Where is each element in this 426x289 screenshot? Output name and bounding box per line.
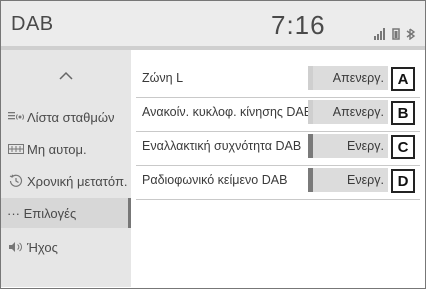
- time-shift-icon: [7, 174, 25, 188]
- callout-badge: A: [391, 67, 415, 91]
- setting-row-radio-text[interactable]: Ραδιοφωνικό κείμενο DAB Ενεργ. D: [136, 168, 420, 200]
- row-divider: [136, 199, 420, 200]
- toggle-radio-text[interactable]: Ενεργ.: [308, 168, 388, 192]
- setting-label: Ραδιοφωνικό κείμενο DAB: [142, 173, 288, 187]
- row-divider: [136, 97, 420, 98]
- chevron-up-icon[interactable]: [59, 68, 73, 86]
- setting-label: Ζώνη L: [142, 71, 184, 85]
- sidebar-item-label: Λίστα σταθμών: [27, 109, 115, 125]
- sidebar-item-label: Μη αυτομ.: [27, 141, 87, 157]
- row-divider: [136, 131, 420, 132]
- speaker-icon: [7, 241, 25, 253]
- signal-icon: [374, 28, 385, 40]
- clock: 7:16: [271, 10, 326, 40]
- sidebar-item-station-list[interactable]: Λίστα σταθμών: [1, 102, 131, 132]
- status-icons: [374, 27, 420, 45]
- station-list-icon: [7, 111, 25, 123]
- callout-badge: B: [391, 101, 415, 125]
- sidebar-item-sound[interactable]: Ήχος: [1, 232, 131, 262]
- callout-badge: D: [391, 169, 415, 193]
- callout-badge: C: [391, 135, 415, 159]
- toggle-alt-frequency[interactable]: Ενεργ.: [308, 134, 388, 158]
- setting-row-traffic-announcement[interactable]: Ανακοίν. κυκλοφ. κίνησης DAB Απενεργ. B: [136, 100, 420, 132]
- sidebar: Λίστα σταθμών Μη αυτομ. Χρονική μετατόπ.…: [1, 50, 131, 287]
- sidebar-item-label: ··· Επιλογές: [7, 205, 77, 221]
- page-title: DAB: [11, 13, 54, 35]
- toggle-band-l[interactable]: Απενεργ.: [308, 66, 388, 90]
- setting-row-band-l[interactable]: Ζώνη L Απενεργ. A: [136, 66, 420, 98]
- row-divider: [136, 165, 420, 166]
- sidebar-item-manual[interactable]: Μη αυτομ.: [1, 134, 131, 164]
- sidebar-item-options[interactable]: ··· Επιλογές: [1, 198, 131, 228]
- setting-label: Εναλλακτική συχνότητα DAB: [142, 139, 302, 153]
- sidebar-item-label: Χρονική μετατόπ.: [27, 173, 128, 189]
- setting-row-alt-frequency[interactable]: Εναλλακτική συχνότητα DAB Ενεργ. C: [136, 134, 420, 166]
- setting-label: Ανακοίν. κυκλοφ. κίνησης DAB: [142, 105, 313, 119]
- battery-icon: [392, 28, 400, 40]
- bluetooth-icon: [406, 28, 416, 41]
- header-bar: DAB 7:16: [1, 1, 425, 46]
- sidebar-item-label: Ήχος: [27, 239, 58, 255]
- toggle-traffic-announcement[interactable]: Απενεργ.: [308, 100, 388, 124]
- manual-tuning-icon: [7, 143, 25, 155]
- sidebar-item-time-shift[interactable]: Χρονική μετατόπ.: [1, 166, 131, 196]
